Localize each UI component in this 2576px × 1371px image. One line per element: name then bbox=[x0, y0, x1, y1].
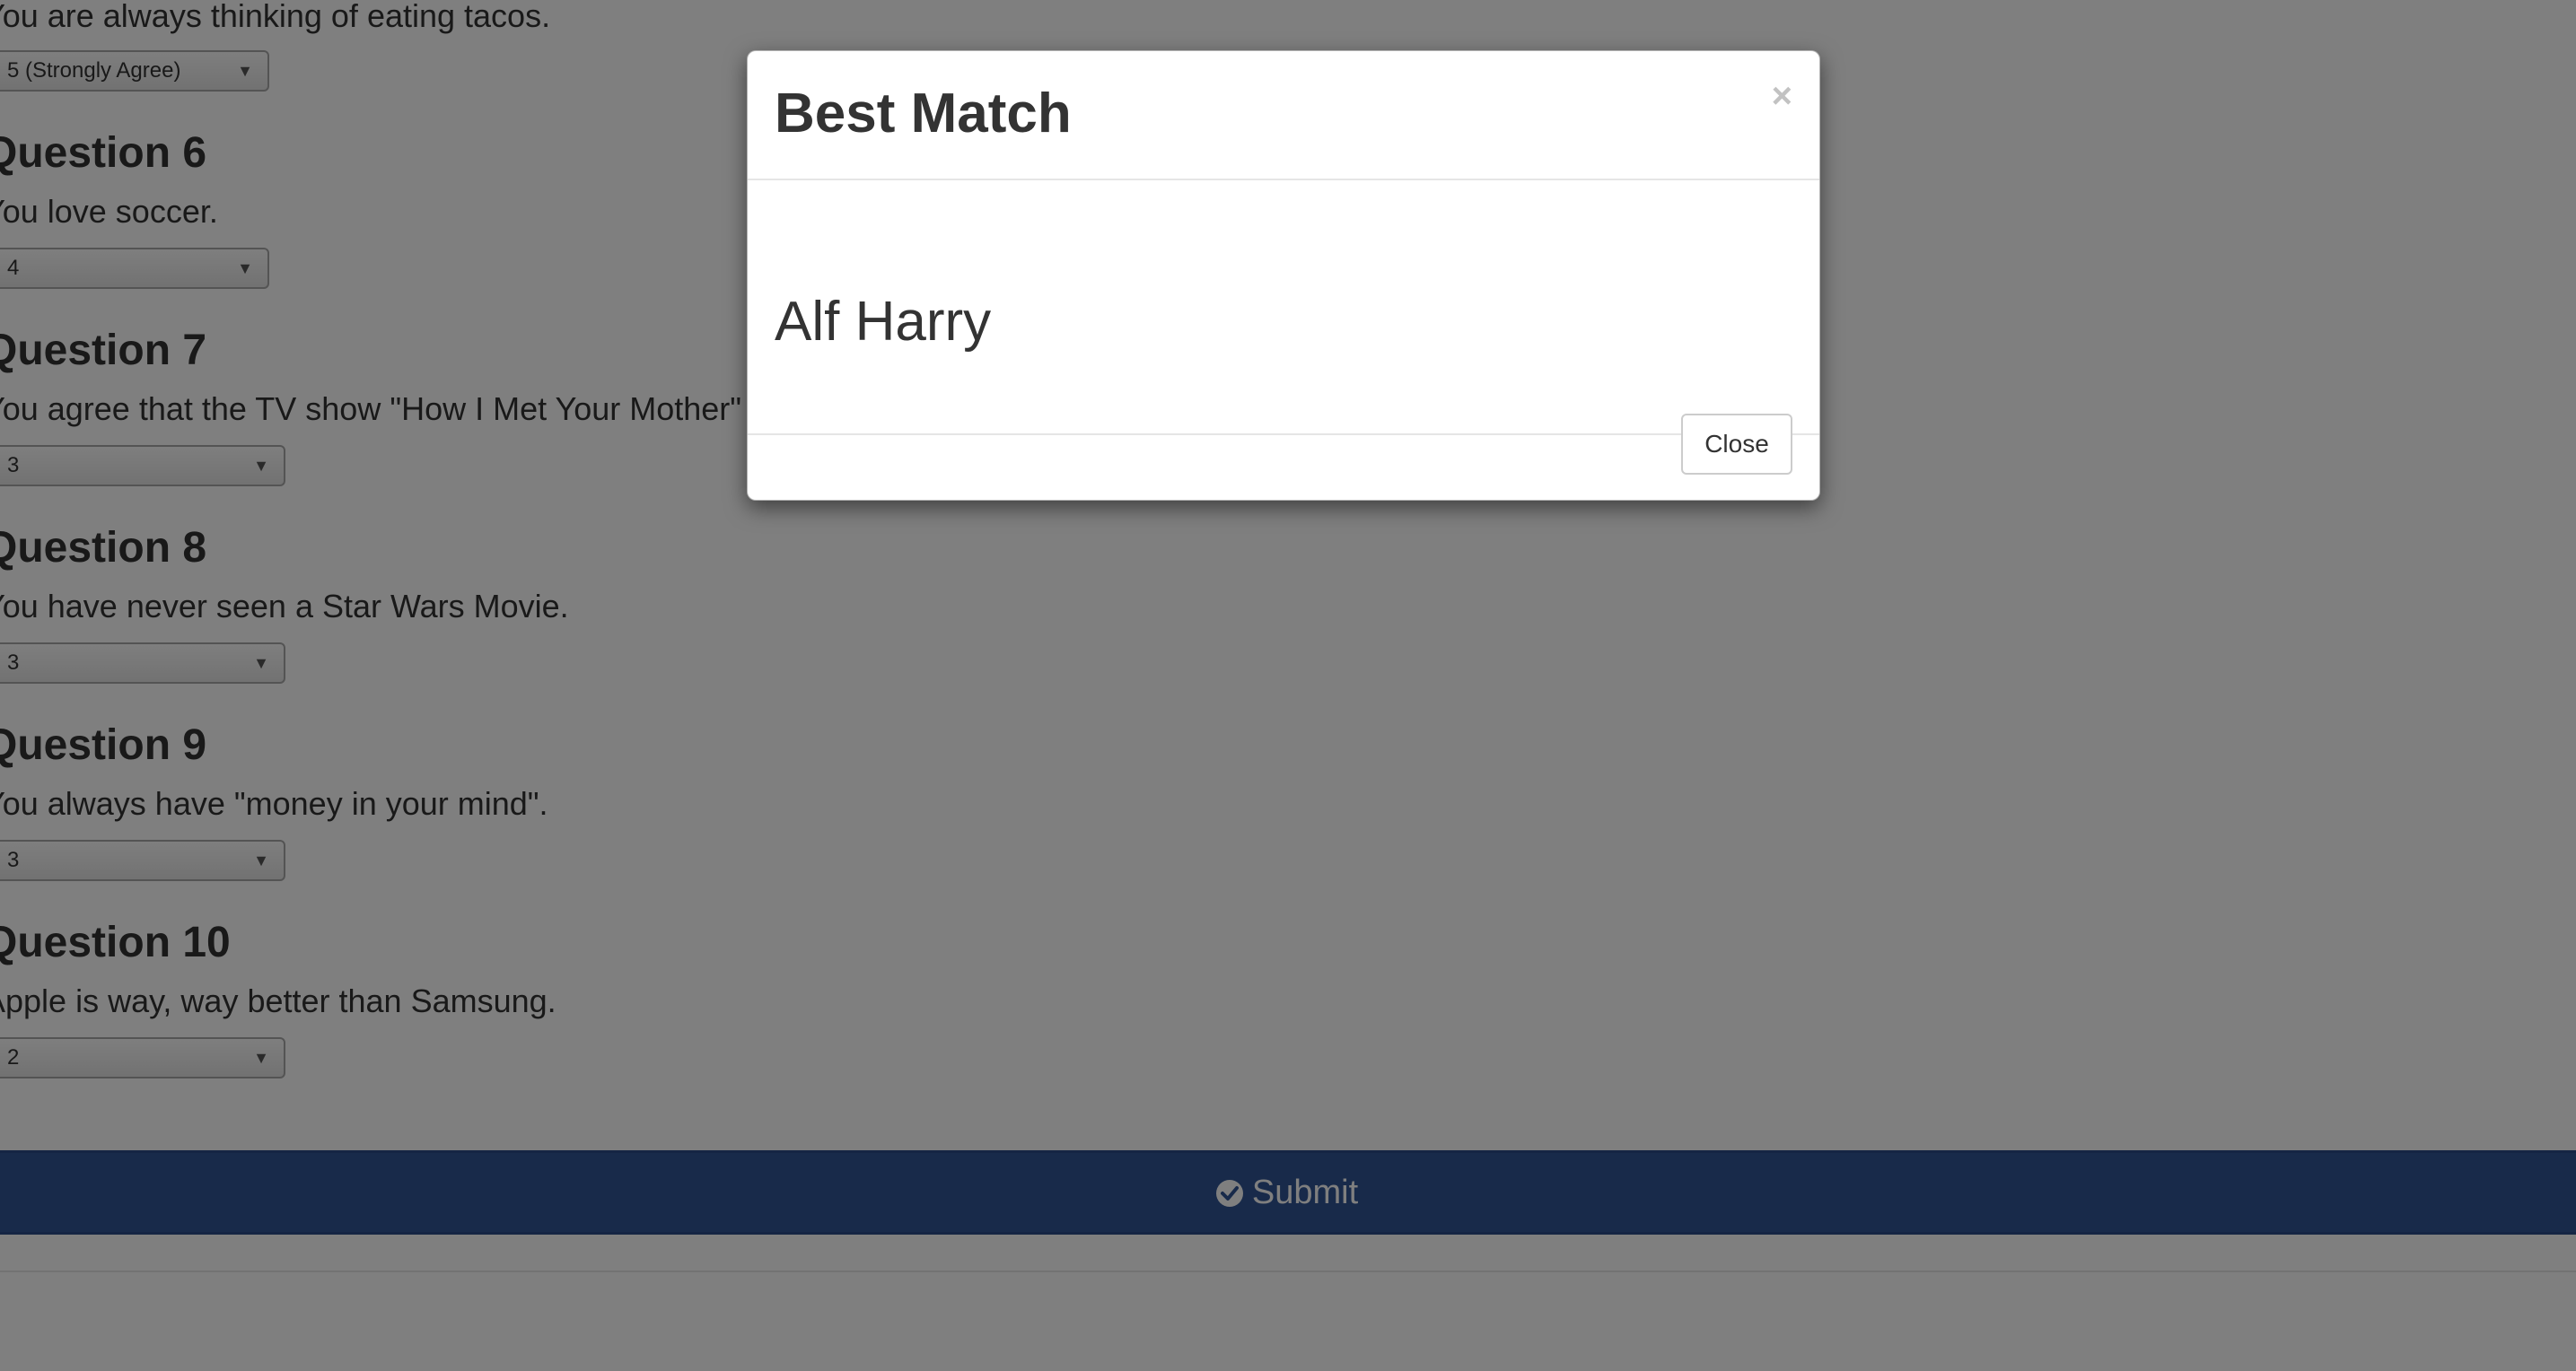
modal-body: Alf Harry bbox=[748, 180, 1819, 435]
modal-header: Best Match × bbox=[748, 51, 1819, 180]
best-match-modal: Best Match × Alf Harry Close bbox=[747, 50, 1820, 501]
match-name: Alf Harry bbox=[775, 291, 992, 353]
modal-title: Best Match bbox=[775, 83, 1072, 144]
close-button[interactable]: Close bbox=[1681, 414, 1792, 475]
close-icon[interactable]: × bbox=[1772, 78, 1792, 114]
